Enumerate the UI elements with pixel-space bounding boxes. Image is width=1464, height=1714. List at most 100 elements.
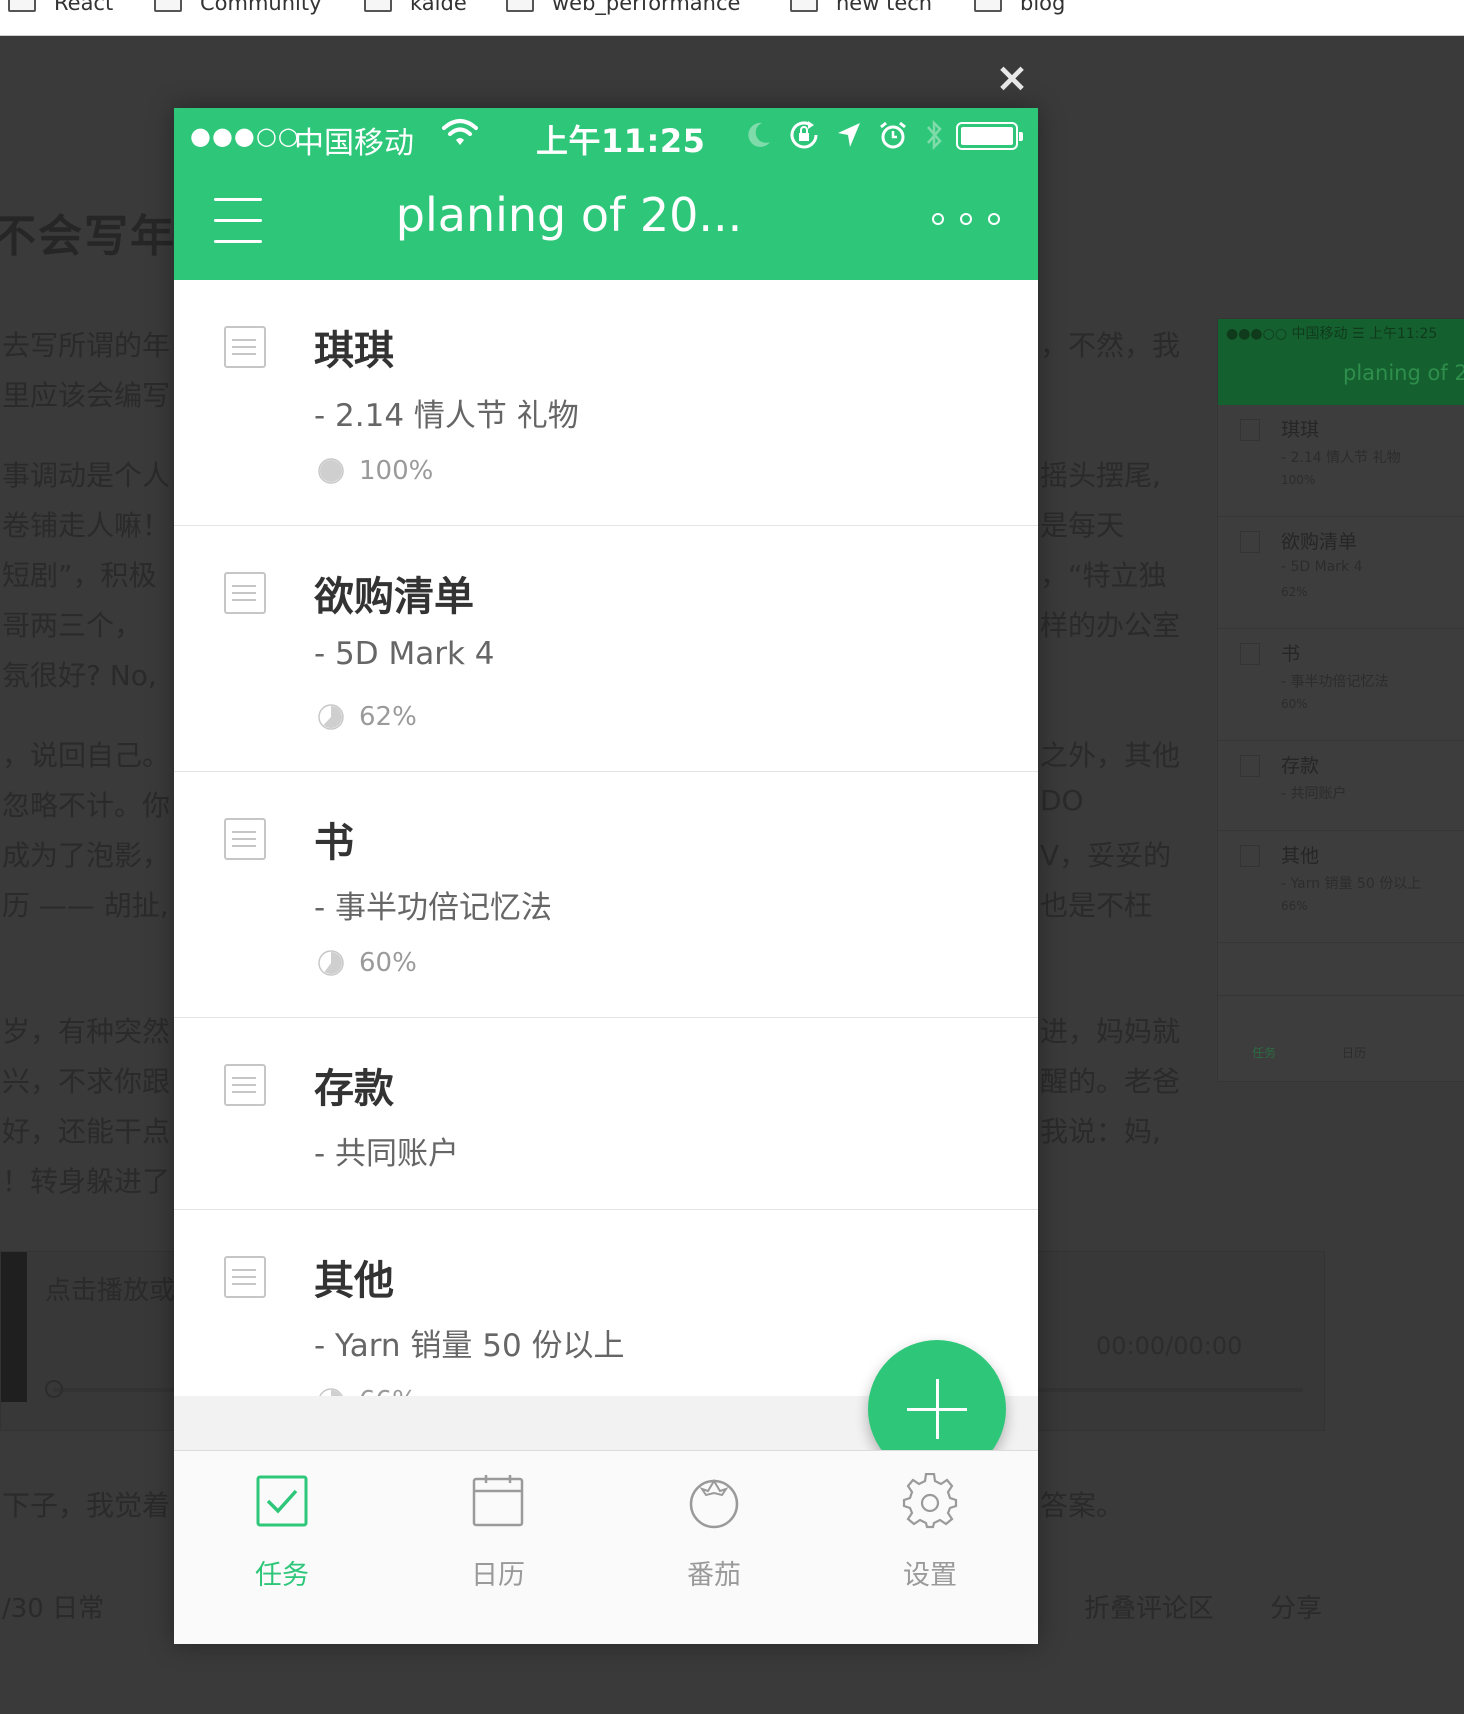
mini-item-progress: 100% <box>1281 473 1316 487</box>
progress-label: 60% <box>359 948 417 978</box>
task-item-wishlist[interactable]: 欲购清单 - 5D Mark 4 62% <box>174 526 1038 772</box>
doc-line <box>234 339 256 341</box>
article-meta: /30 日常 <box>2 1594 105 1624</box>
mini-doc-icon <box>1240 845 1260 867</box>
close-button[interactable]: × <box>990 56 1034 100</box>
mini-title: planing of 20 <box>1343 361 1464 385</box>
task-subtitle: - 事半功倍记忆法 <box>314 890 553 926</box>
doc-line <box>234 838 256 840</box>
mini-item-progress: 60% <box>1281 697 1308 711</box>
article-text: 我说：妈, <box>1040 1115 1161 1148</box>
mini-tab-bar: 任务 日历 <box>1218 995 1464 1081</box>
battery-fill <box>961 127 1013 145</box>
tab-label: 任务 <box>255 1560 309 1591</box>
article-text: 短剧”，积极 <box>2 559 157 592</box>
bookmark-new-tech[interactable]: new tech <box>790 0 932 18</box>
more-options-button[interactable] <box>932 204 1000 234</box>
article-text: 历 —— 胡扯, <box>2 889 169 922</box>
calendar-icon <box>472 1475 524 1527</box>
rotation-lock-icon <box>790 121 818 149</box>
mini-list-item: 存款 - 共同账户 <box>1218 741 1464 831</box>
mini-item-title: 琪琪 <box>1281 419 1320 441</box>
mini-item-title: 欲购清单 <box>1281 531 1358 553</box>
task-title: 存款 <box>314 1066 394 1112</box>
document-icon <box>224 1256 266 1298</box>
tab-label: 设置 <box>903 1560 957 1591</box>
task-item-savings[interactable]: 存款 - 共同账户 <box>174 1018 1038 1210</box>
mini-doc-icon <box>1240 643 1260 665</box>
mini-list-item: 琪琪 - 2.14 情人节 礼物 100% <box>1218 405 1464 517</box>
folder-icon <box>506 0 534 12</box>
task-subtitle: - Yarn 销量 50 份以上 <box>314 1328 625 1364</box>
article-text: 卷铺走人嘛！ <box>2 509 171 542</box>
article-text: 进，妈妈就 <box>1040 1015 1181 1048</box>
article-text: 样的办公室 <box>1040 609 1181 642</box>
article-text: 里应该会编写 <box>2 379 171 412</box>
folder-icon <box>364 0 392 12</box>
tab-calendar[interactable]: 日历 <box>390 1451 606 1644</box>
article-text: 忽略不计。你 <box>2 789 171 822</box>
audio-thumbnail <box>1 1252 27 1402</box>
more-dot-icon <box>960 213 972 225</box>
mini-doc-icon <box>1240 531 1260 553</box>
article-text: 成为了泡影， <box>2 839 171 872</box>
doc-line <box>234 1091 256 1093</box>
doc-line <box>234 599 256 601</box>
article-text: 氛很好? No, <box>2 659 157 692</box>
alarm-clock-icon <box>880 121 906 149</box>
doc-line <box>234 1077 256 1079</box>
mini-list-item: 书 - 事半功倍记忆法 60% <box>1218 629 1464 741</box>
battery-tip <box>1019 132 1023 141</box>
bookmark-kaide[interactable]: kaide <box>364 0 467 18</box>
bookmark-community[interactable]: Community <box>154 0 322 18</box>
article-text: 是每天 <box>1040 509 1125 542</box>
hamburger-icon-line <box>214 219 262 222</box>
task-progress: 100% <box>317 456 433 486</box>
task-progress: 62% <box>317 702 417 732</box>
more-dot-icon <box>932 213 944 225</box>
tab-settings[interactable]: 设置 <box>822 1451 1038 1644</box>
tab-tasks[interactable]: 任务 <box>174 1451 390 1644</box>
task-title: 琪琪 <box>314 328 394 374</box>
audio-label: 点击播放或 <box>45 1276 176 1306</box>
mini-item-title: 其他 <box>1281 845 1320 867</box>
article-text: ，不然，我 <box>1040 329 1181 362</box>
doc-line <box>234 353 256 355</box>
task-subtitle: - 共同账户 <box>314 1136 460 1172</box>
task-title: 欲购清单 <box>314 574 474 620</box>
mini-item-sub: - 事半功倍记忆法 <box>1281 674 1389 690</box>
hamburger-icon <box>214 198 262 201</box>
tab-tomato[interactable]: 番茄 <box>606 1451 822 1644</box>
signal-strength: ●●●○○ <box>190 122 300 150</box>
menu-button[interactable] <box>214 198 262 244</box>
fold-comments-link: 折叠评论区 <box>1084 1594 1215 1624</box>
article-text: 哥两三个， <box>2 609 143 642</box>
close-icon: × <box>995 55 1029 101</box>
article-text: 下子，我觉着 <box>2 1489 171 1522</box>
mini-item-title: 存款 <box>1281 755 1320 777</box>
article-text: ，说回自己。 <box>2 739 171 772</box>
mini-header: planing of 20 <box>1218 349 1464 405</box>
document-icon <box>224 572 266 614</box>
bookmark-web-performance[interactable]: web_performance <box>506 0 740 18</box>
document-icon <box>224 1064 266 1106</box>
status-bar: ●●●○○ 中国移动 上午11:25 <box>174 108 1038 164</box>
mini-item-sub: - 2.14 情人节 礼物 <box>1281 450 1401 466</box>
mini-status-bar: ●●●○○ 中国移动 ☰ 上午11:25 <box>1218 319 1464 349</box>
task-item-books[interactable]: 书 - 事半功倍记忆法 60% <box>174 772 1038 1018</box>
bookmark-blog[interactable]: blog <box>974 0 1065 18</box>
document-icon <box>224 326 266 368</box>
mini-doc-icon <box>1240 419 1260 441</box>
mini-item-title: 书 <box>1281 643 1301 665</box>
article-text: 去写所谓的年 <box>2 329 171 362</box>
location-arrow-icon <box>838 123 860 147</box>
audio-time: 00:00/00:00 <box>1096 1332 1243 1360</box>
moon-icon <box>748 122 770 147</box>
folder-icon <box>974 0 1002 12</box>
task-item-qiqi[interactable]: 琪琪 - 2.14 情人节 礼物 100% <box>174 280 1038 526</box>
bookmark-react[interactable]: React <box>8 0 113 18</box>
progress-label: 62% <box>359 702 417 732</box>
share-link: 分享 <box>1270 1594 1323 1624</box>
article-text: 醒的。老爸 <box>1040 1065 1181 1098</box>
background-phone-preview: ●●●○○ 中国移动 ☰ 上午11:25 planing of 20 琪琪 - … <box>1217 318 1464 1082</box>
